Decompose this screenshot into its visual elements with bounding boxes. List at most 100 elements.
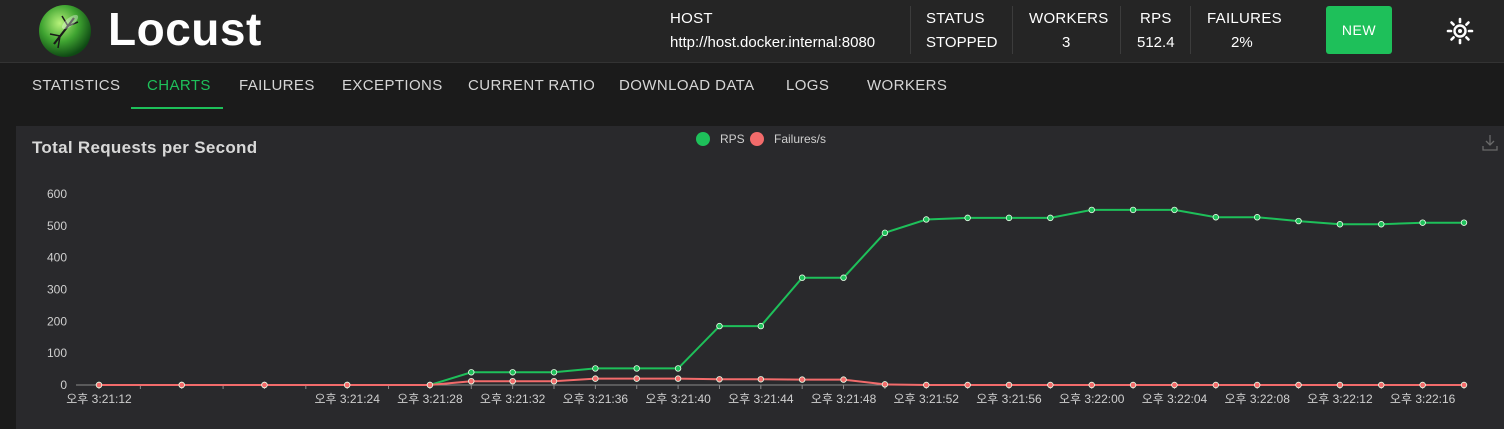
x-tick-label: 오후 3:21:12 — [66, 392, 132, 406]
rps-data-point — [964, 214, 971, 222]
failures-data-point — [1005, 381, 1013, 389]
failures-data-point — [1419, 381, 1426, 389]
rps-data-point — [592, 365, 599, 372]
tab-statistics[interactable]: STATISTICS — [32, 77, 120, 94]
failures-data-point — [1129, 381, 1137, 389]
y-tick-label: 600 — [47, 187, 67, 201]
rps-data-point — [1295, 217, 1302, 225]
tab-exceptions[interactable]: EXCEPTIONS — [342, 77, 443, 94]
chart-panel: Total Requests per Second RPS Failures/s… — [16, 126, 1504, 429]
failures-data-point — [964, 381, 971, 389]
x-tick-label: 오후 3:22:00 — [1059, 392, 1125, 406]
top-header: Locust HOST http://host.docker.internal:… — [0, 0, 1504, 63]
failures-data-point — [1212, 381, 1220, 389]
tab-failures[interactable]: FAILURES — [239, 77, 315, 94]
locust-logo — [38, 4, 92, 58]
failures-data-point — [261, 381, 268, 389]
y-tick-label: 100 — [47, 346, 67, 360]
rps-data-point — [1253, 214, 1261, 221]
tab-current-ratio[interactable]: CURRENT RATIO — [468, 77, 595, 94]
failures-data-point — [1047, 381, 1054, 389]
rps-data-point — [468, 369, 475, 376]
tab-bar: STATISTICS CHARTS FAILURES EXCEPTIONS CU… — [0, 63, 1504, 115]
rps-data-point — [633, 365, 640, 372]
workers-label: WORKERS — [1029, 10, 1109, 27]
y-tick-label: 400 — [47, 251, 67, 265]
rps-data-point — [509, 369, 516, 376]
failures-data-point — [840, 376, 847, 383]
failures-data-point — [674, 375, 682, 382]
locust-logo-icon — [39, 5, 91, 57]
x-tick-label: 오후 3:21:56 — [976, 392, 1042, 406]
rps-data-point — [1005, 214, 1013, 222]
tab-download-data[interactable]: DOWNLOAD DATA — [619, 77, 754, 94]
rps-value: 512.4 — [1137, 34, 1175, 51]
x-tick-label: 오후 3:22:08 — [1224, 392, 1290, 406]
x-tick-label: 오후 3:21:28 — [397, 392, 463, 406]
x-tick-label: 오후 3:22:04 — [1142, 392, 1208, 406]
failures-label: FAILURES — [1207, 10, 1282, 27]
rps-data-point — [1212, 214, 1220, 221]
rps-data-point — [716, 322, 723, 330]
x-tick-label: 오후 3:21:32 — [480, 392, 546, 406]
failures-data-point — [633, 375, 640, 382]
status-value: STOPPED — [926, 34, 998, 51]
y-tick-label: 300 — [47, 283, 67, 297]
rps-data-point — [1378, 221, 1385, 228]
failures-data-point — [95, 381, 103, 389]
active-tab-indicator — [131, 107, 223, 109]
failures-data-point — [1378, 381, 1385, 389]
failures-data-point — [1088, 381, 1095, 389]
x-tick-label: 오후 3:22:16 — [1390, 392, 1456, 406]
rps-data-point — [1047, 214, 1054, 222]
rps-data-point — [1460, 219, 1468, 226]
failures-data-point — [1171, 381, 1178, 389]
rps-data-point — [1171, 206, 1178, 214]
y-tick-label: 500 — [47, 219, 67, 233]
rps-data-point — [550, 369, 558, 376]
y-tick-label: 0 — [60, 378, 67, 392]
divider — [1190, 6, 1191, 54]
workers-value: 3 — [1062, 34, 1071, 51]
rps-data-point — [923, 216, 930, 223]
x-tick-label: 오후 3:21:24 — [314, 392, 380, 406]
rps-series-line — [99, 208, 1464, 386]
failures-data-point — [1460, 381, 1468, 389]
failures-data-point — [1336, 381, 1344, 389]
tab-charts[interactable]: CHARTS — [147, 77, 211, 94]
x-tick-label: 오후 3:21:44 — [728, 392, 794, 406]
rps-data-point — [798, 274, 806, 281]
rps-data-point — [757, 322, 765, 330]
new-test-button[interactable]: NEW — [1326, 6, 1392, 54]
rps-line-chart: 0 100 200 300 400 500 600 오후 3:21:12 오후 3:21:24 오… — [47, 187, 1468, 406]
failures-data-point — [798, 376, 806, 383]
rps-label: RPS — [1140, 10, 1172, 27]
app-title: Locust — [108, 3, 262, 55]
x-tick-label: 오후 3:21:36 — [563, 392, 629, 406]
failures-data-point — [426, 381, 434, 389]
failures-data-point — [468, 377, 475, 385]
x-tick-label: 오후 3:22:12 — [1307, 392, 1373, 406]
x-tick-label: 오후 3:21:48 — [811, 392, 877, 406]
failures-data-point — [881, 381, 889, 388]
rps-data-point — [1088, 206, 1095, 214]
tab-workers[interactable]: WORKERS — [867, 77, 947, 94]
rps-data-point — [1419, 219, 1426, 226]
divider — [910, 6, 911, 54]
failures-data-point — [1253, 381, 1261, 389]
failures-data-point — [1295, 381, 1302, 389]
rps-data-point — [840, 274, 847, 281]
y-tick-label: 200 — [47, 314, 67, 328]
failures-data-point — [592, 375, 599, 382]
divider — [1120, 6, 1121, 54]
sun-icon[interactable] — [1445, 16, 1475, 46]
failures-data-point — [550, 377, 558, 385]
failures-data-point — [343, 381, 351, 389]
failures-data-point — [716, 376, 723, 383]
rps-data-point — [674, 365, 682, 372]
x-tick-label: 오후 3:21:40 — [645, 392, 711, 406]
rps-data-point — [1336, 221, 1344, 228]
failures-data-point — [509, 377, 516, 385]
tab-logs[interactable]: LOGS — [786, 77, 829, 94]
failures-data-point — [178, 381, 185, 389]
